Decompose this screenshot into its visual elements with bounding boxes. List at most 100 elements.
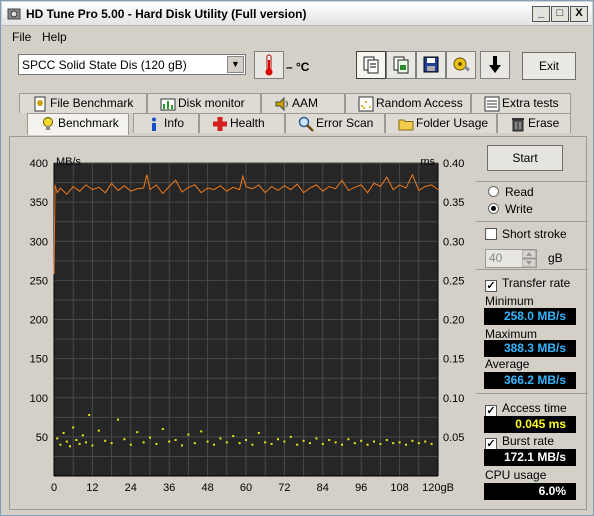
write-radio-dot: [488, 203, 499, 214]
access-time-point: [200, 430, 203, 433]
maximum-value: 388.3 MB/s: [484, 340, 576, 357]
tab-label: Extra tests: [502, 96, 559, 110]
tab-file-benchmark[interactable]: File Benchmark: [19, 93, 147, 113]
burst-rate-checkbox[interactable]: ✓ Burst rate: [485, 434, 554, 450]
tab-error-scan[interactable]: Error Scan: [285, 113, 385, 133]
chevron-down-icon[interactable]: ▼: [227, 56, 244, 73]
access-time-point: [264, 441, 267, 444]
title-bar: HD Tune Pro 5.00 - Hard Disk Utility (Fu…: [2, 2, 592, 26]
save-button[interactable]: [416, 51, 446, 79]
access-time-point: [88, 413, 91, 416]
access-time-point: [257, 431, 260, 434]
access-time-point: [302, 439, 305, 442]
close-button[interactable]: X: [570, 6, 588, 22]
start-button[interactable]: Start: [487, 145, 563, 171]
options-icon: [453, 57, 470, 72]
access-time-point: [174, 439, 177, 442]
tab-label: File Benchmark: [50, 96, 134, 110]
tab-folder-usage[interactable]: Folder Usage: [385, 113, 497, 133]
write-label: Write: [505, 202, 533, 216]
access-time-point: [136, 431, 139, 434]
x-tick-label: 60: [240, 482, 252, 494]
copy-image-icon: [393, 56, 409, 74]
y-right-tick-label: 0.20: [443, 315, 464, 327]
access-time-point: [225, 441, 228, 444]
access-time-point: [75, 439, 78, 442]
access-time-point: [62, 431, 65, 434]
menu-help[interactable]: Help: [42, 30, 67, 44]
y-left-tick-label: 150: [30, 354, 48, 366]
access-time-point: [245, 439, 247, 442]
speaker-icon: [275, 96, 288, 112]
save-icon: [423, 56, 439, 73]
write-radio[interactable]: Write: [488, 202, 533, 216]
copy-text-button[interactable]: [356, 51, 386, 79]
access-time-point: [91, 444, 94, 447]
average-value: 366.2 MB/s: [484, 372, 576, 389]
burst-rate-label: Burst rate: [502, 434, 555, 448]
access-time-point: [219, 437, 222, 440]
download-icon: [489, 56, 501, 73]
tab-random-access[interactable]: Random Access: [345, 93, 471, 113]
access-time-point: [334, 441, 337, 444]
exit-button[interactable]: Exit: [522, 52, 576, 80]
access-time-label: Access time: [502, 401, 567, 415]
tab-disk-monitor[interactable]: Disk monitor: [147, 93, 261, 113]
x-tick-label: 96: [355, 482, 367, 494]
access-time-point: [85, 441, 87, 444]
tab-aam[interactable]: AAM: [261, 93, 345, 113]
x-tick-label: 72: [278, 482, 290, 494]
x-tick-label: 24: [125, 482, 137, 494]
app-icon: [7, 8, 21, 20]
minimize-button[interactable]: _: [532, 6, 550, 22]
access-time-point: [360, 439, 363, 442]
lightbulb-icon: [43, 117, 53, 130]
maximize-button[interactable]: □: [551, 6, 569, 22]
short-stroke-box: [485, 228, 497, 240]
y-right-tick-label: 0.10: [443, 393, 464, 405]
tab-health[interactable]: Health: [199, 113, 285, 133]
access-time-point: [149, 436, 151, 439]
spinner-arrows-icon[interactable]: [522, 250, 536, 267]
access-time-point: [59, 443, 62, 446]
access-time-point: [405, 443, 407, 446]
transfer-rate-checkbox[interactable]: ✓ Transfer rate: [485, 276, 570, 292]
access-time-point: [411, 439, 414, 442]
tab-erase[interactable]: Erase: [497, 113, 571, 133]
short-stroke-checkbox[interactable]: Short stroke: [485, 227, 567, 241]
access-time-point: [398, 441, 401, 444]
x-tick-label: 36: [163, 482, 175, 494]
access-time-point: [270, 442, 273, 445]
access-time-point: [65, 440, 68, 443]
tab-label: AAM: [292, 96, 319, 110]
access-time-checkbox[interactable]: ✓ Access time: [485, 401, 567, 417]
drive-select[interactable]: SPCC Solid State Dis (120 gB) ▼: [18, 54, 246, 75]
access-time-point: [283, 440, 286, 443]
tab-strip: File Benchmark Disk monitor AAM Random A…: [1, 93, 594, 137]
short-stroke-unit: gB: [548, 251, 563, 265]
download-button[interactable]: [480, 51, 510, 79]
access-time-value: 0.045 ms: [484, 416, 576, 433]
y-right-unit-label: ms: [420, 156, 435, 168]
temperature-value: – °C: [286, 60, 310, 74]
access-time-point: [129, 443, 132, 446]
tab-benchmark[interactable]: Benchmark: [27, 113, 129, 135]
tab-info[interactable]: Info: [133, 113, 199, 133]
access-time-point: [123, 438, 126, 441]
info-icon: [152, 117, 156, 131]
tab-extra-tests[interactable]: Extra tests: [471, 93, 571, 113]
thermometer-button[interactable]: [254, 51, 284, 79]
options-button[interactable]: [446, 51, 476, 79]
random-access-icon: [358, 96, 374, 112]
y-left-tick-label: 250: [30, 275, 48, 287]
read-radio[interactable]: Read: [488, 185, 534, 199]
minimum-label: Minimum: [485, 294, 534, 308]
copy-image-button[interactable]: [386, 51, 416, 79]
menu-file[interactable]: File: [12, 30, 31, 44]
maximum-label: Maximum: [485, 327, 538, 341]
x-tick-label: 120gB: [422, 482, 454, 494]
tab-label: Erase: [528, 116, 560, 130]
access-time-point: [347, 438, 350, 441]
y-right-tick-label: 0.25: [443, 275, 464, 287]
x-tick-label: 0: [51, 482, 57, 494]
